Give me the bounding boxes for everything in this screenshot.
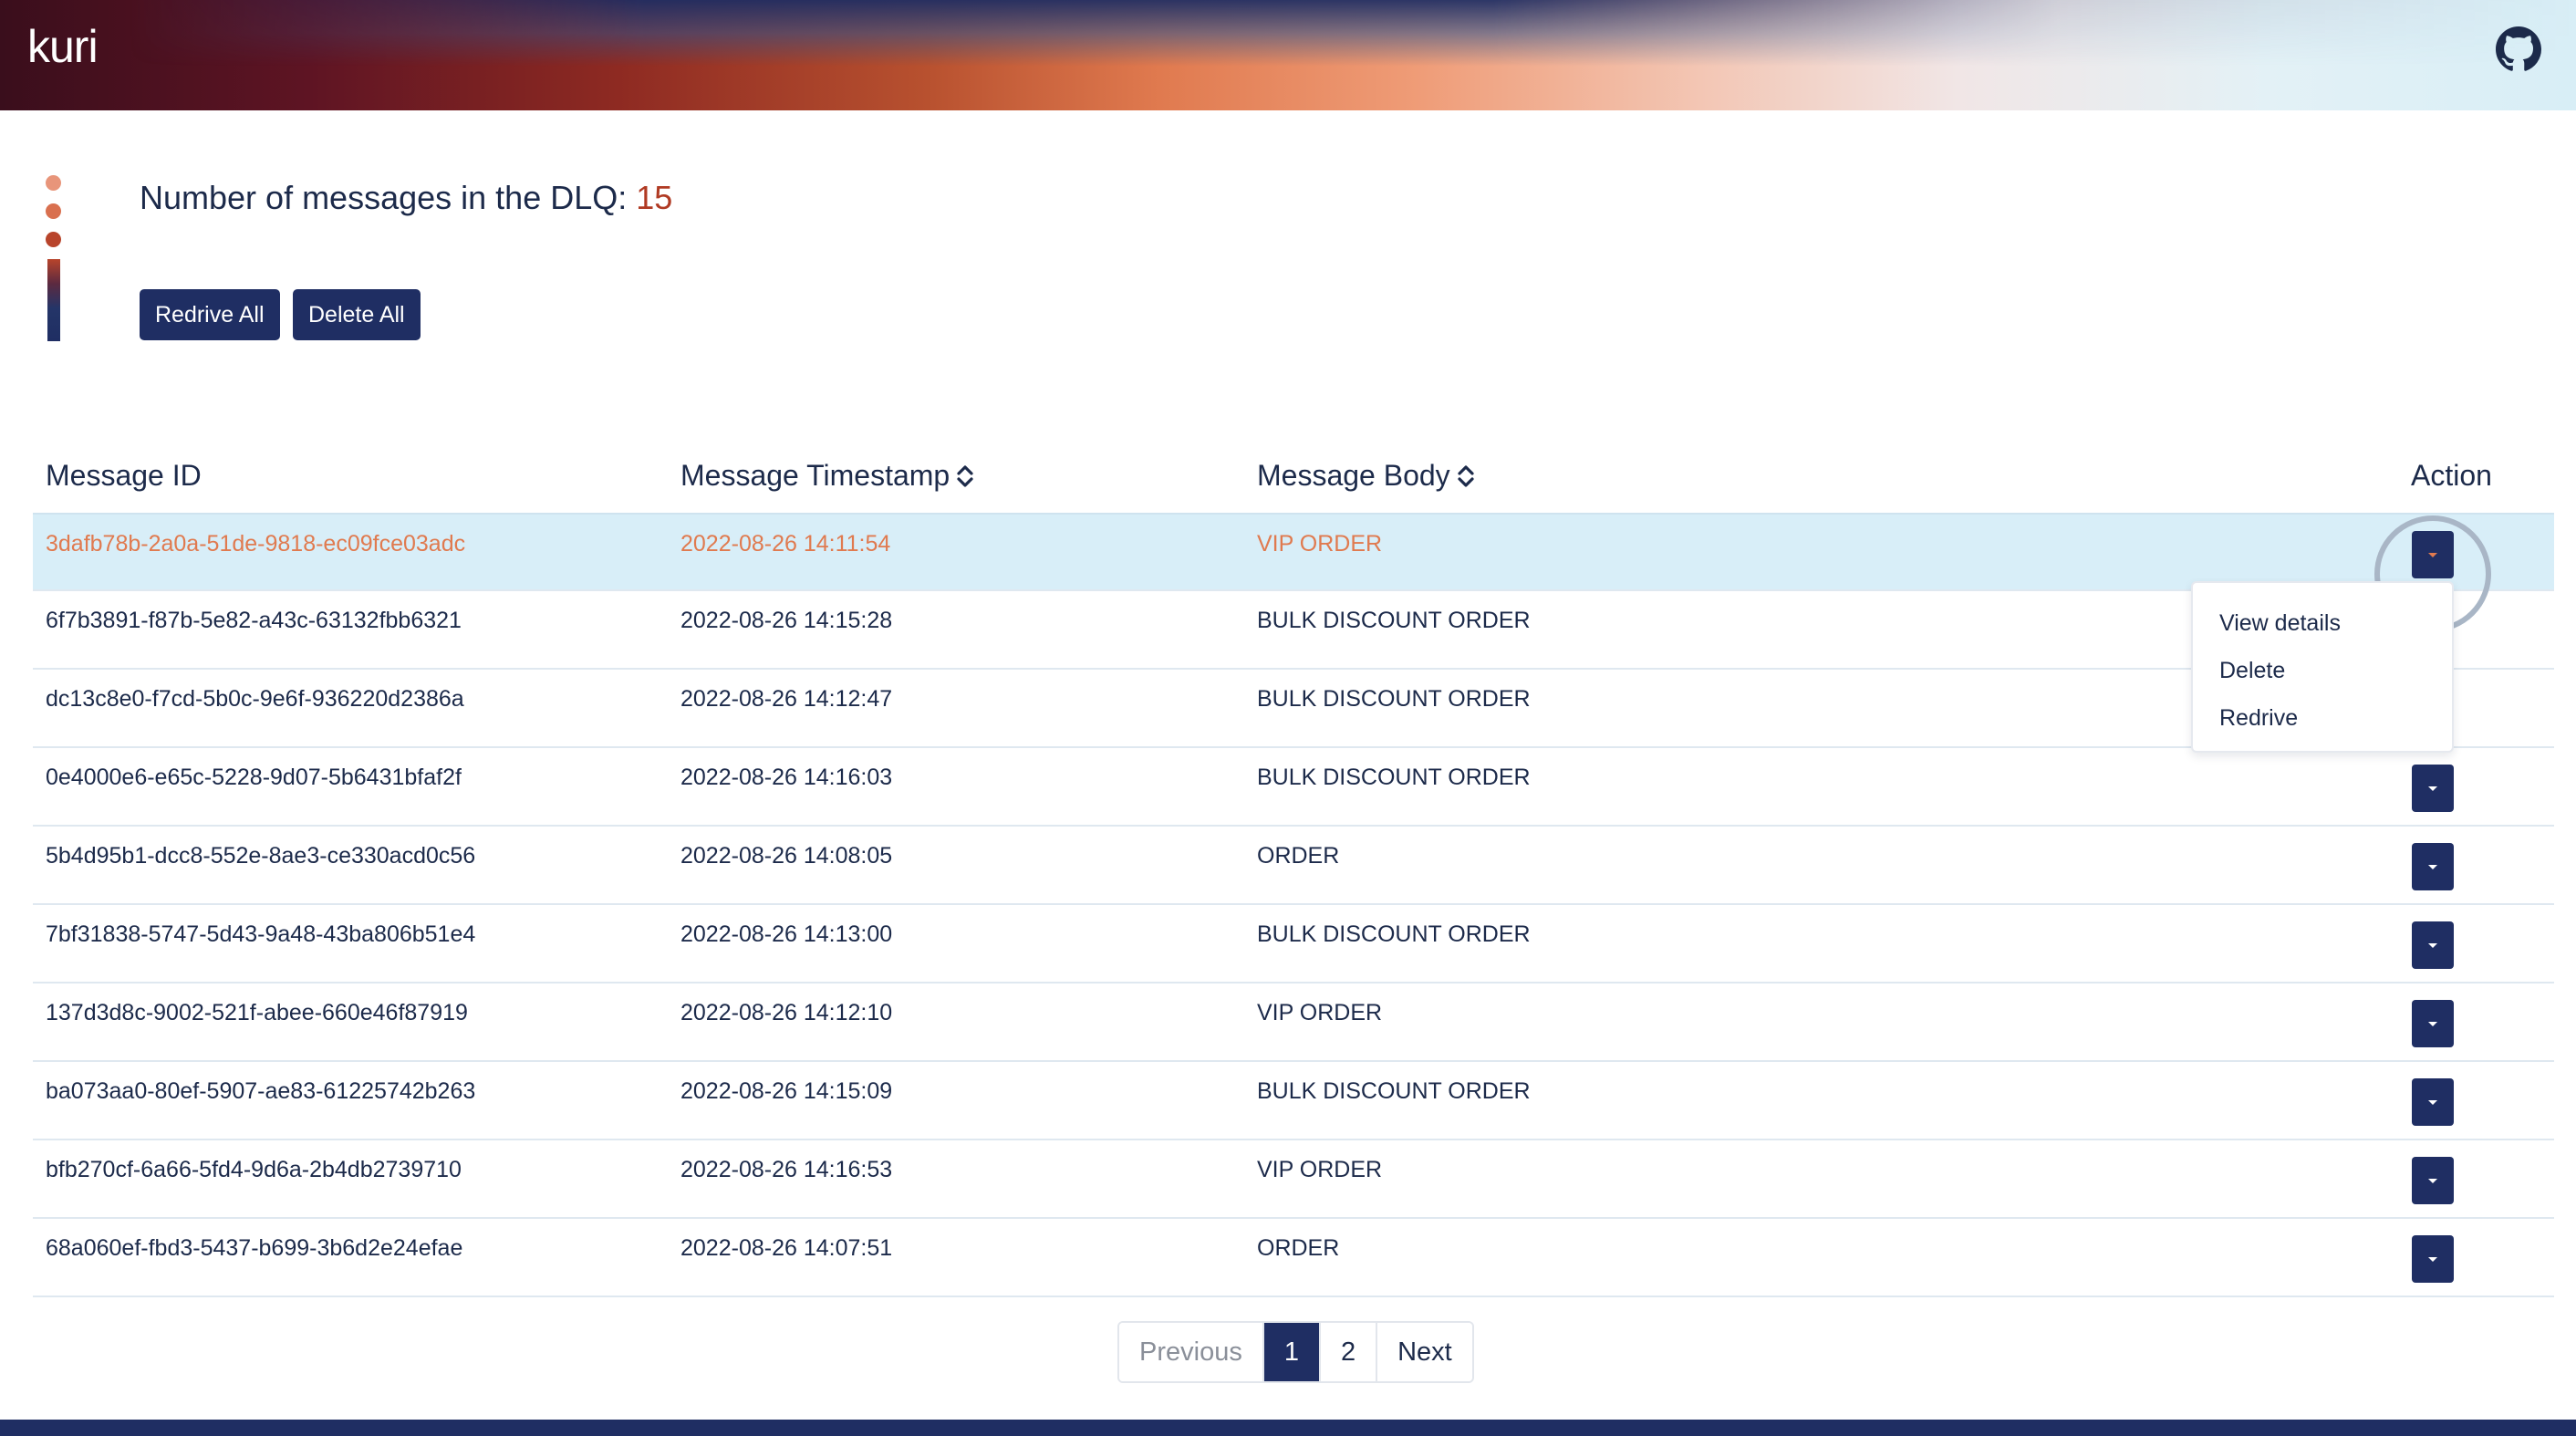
action-dropdown-button[interactable] (2412, 531, 2454, 578)
message-id: 3dafb78b-2a0a-51de-9818-ec09fce03adc (46, 531, 466, 557)
table-row[interactable]: bfb270cf-6a66-5fd4-9d6a-2b4db2739710 202… (33, 1140, 2554, 1219)
table-row[interactable]: 0e4000e6-e65c-5228-9d07-5b6431bfaf2f 202… (33, 748, 2554, 827)
table-row[interactable]: 5b4d95b1-dcc8-552e-8ae3-ce330acd0c56 202… (33, 827, 2554, 905)
table-row[interactable]: 6f7b3891-f87b-5e82-a43c-63132fbb6321 202… (33, 591, 2554, 670)
message-id: 68a060ef-fbd3-5437-b699-3b6d2e24efae (46, 1235, 463, 1261)
delete-all-button[interactable]: Delete All (293, 289, 421, 340)
column-header-label: Message ID (46, 459, 202, 492)
message-id: 7bf31838-5747-5d43-9a48-43ba806b51e4 (46, 921, 476, 947)
dlq-count-label: Number of messages in the DLQ: (140, 179, 628, 216)
next-page-button[interactable]: Next (1376, 1323, 1472, 1381)
message-timestamp: 2022-08-26 14:12:47 (680, 686, 893, 712)
message-timestamp: 2022-08-26 14:16:03 (680, 765, 893, 790)
table-row[interactable]: 68a060ef-fbd3-5437-b699-3b6d2e24efae 202… (33, 1219, 2554, 1297)
action-dropdown-button[interactable] (2412, 1235, 2454, 1283)
page-button-2[interactable]: 2 (1318, 1323, 1376, 1381)
column-header-label: Message Timestamp (680, 459, 950, 492)
message-id: bfb270cf-6a66-5fd4-9d6a-2b4db2739710 (46, 1157, 462, 1182)
action-dropdown-button[interactable] (2412, 1000, 2454, 1047)
action-dropdown-button[interactable] (2412, 765, 2454, 812)
menu-item-view-details[interactable]: View details (2193, 599, 2452, 647)
message-body: ORDER (1257, 843, 1340, 869)
message-id: 5b4d95b1-dcc8-552e-8ae3-ce330acd0c56 (46, 843, 476, 869)
message-id: 6f7b3891-f87b-5e82-a43c-63132fbb6321 (46, 608, 462, 633)
message-body: VIP ORDER (1257, 531, 1383, 557)
column-header-label: Message Body (1257, 459, 1450, 492)
message-timestamp: 2022-08-26 14:13:00 (680, 921, 893, 947)
message-timestamp: 2022-08-26 14:08:05 (680, 843, 893, 869)
column-header-label: Action (2411, 459, 2492, 492)
column-header-action: Action (2411, 459, 2492, 493)
deco-dot (46, 232, 61, 247)
page-button-1[interactable]: 1 (1262, 1323, 1319, 1381)
action-dropdown-button[interactable] (2412, 843, 2454, 890)
table-row[interactable]: 3dafb78b-2a0a-51de-9818-ec09fce03adc 202… (33, 513, 2554, 591)
column-header-message-id: Message ID (46, 459, 202, 493)
action-dropdown-menu: View details Delete Redrive (2191, 581, 2454, 753)
message-body: ORDER (1257, 1235, 1340, 1261)
action-dropdown-button[interactable] (2412, 1157, 2454, 1204)
table-row[interactable]: ba073aa0-80ef-5907-ae83-61225742b263 202… (33, 1062, 2554, 1140)
message-timestamp: 2022-08-26 14:16:53 (680, 1157, 893, 1182)
message-body: BULK DISCOUNT ORDER (1257, 921, 1531, 947)
sort-icon[interactable] (1456, 463, 1476, 490)
menu-item-delete[interactable]: Delete (2193, 647, 2452, 694)
message-body: VIP ORDER (1257, 1000, 1383, 1025)
table-row[interactable]: dc13c8e0-f7cd-5b0c-9e6f-936220d2386a 202… (33, 670, 2554, 748)
action-dropdown-button[interactable] (2412, 1078, 2454, 1126)
menu-item-redrive[interactable]: Redrive (2193, 694, 2452, 742)
column-header-timestamp[interactable]: Message Timestamp (680, 459, 975, 493)
message-body: BULK DISCOUNT ORDER (1257, 1078, 1531, 1104)
side-decoration (46, 175, 62, 341)
github-icon[interactable] (2496, 26, 2541, 72)
table-row[interactable]: 7bf31838-5747-5d43-9a48-43ba806b51e4 202… (33, 905, 2554, 983)
deco-dot (46, 175, 61, 191)
message-timestamp: 2022-08-26 14:15:28 (680, 608, 893, 633)
deco-dot (46, 203, 61, 219)
deco-bar (47, 259, 60, 341)
message-id: dc13c8e0-f7cd-5b0c-9e6f-936220d2386a (46, 686, 464, 712)
message-id: 0e4000e6-e65c-5228-9d07-5b6431bfaf2f (46, 765, 462, 790)
message-timestamp: 2022-08-26 14:12:10 (680, 1000, 893, 1025)
previous-page-button[interactable]: Previous (1119, 1323, 1262, 1381)
message-timestamp: 2022-08-26 14:07:51 (680, 1235, 893, 1261)
footer-bar (0, 1420, 2576, 1436)
table-row[interactable]: 137d3d8c-9002-521f-abee-660e46f87919 202… (33, 983, 2554, 1062)
message-body: BULK DISCOUNT ORDER (1257, 686, 1531, 712)
message-body: BULK DISCOUNT ORDER (1257, 608, 1531, 633)
pagination: Previous 1 2 Next (1117, 1321, 1474, 1383)
dlq-count: Number of messages in the DLQ: 15 (140, 179, 672, 217)
message-body: VIP ORDER (1257, 1157, 1383, 1182)
message-id: 137d3d8c-9002-521f-abee-660e46f87919 (46, 1000, 468, 1025)
kuri-logo[interactable]: kuri (27, 20, 99, 73)
sort-icon[interactable] (955, 463, 975, 490)
action-dropdown-button[interactable] (2412, 921, 2454, 969)
message-id: ba073aa0-80ef-5907-ae83-61225742b263 (46, 1078, 476, 1104)
dlq-count-value: 15 (636, 179, 673, 216)
message-body: BULK DISCOUNT ORDER (1257, 765, 1531, 790)
top-header: kuri (0, 0, 2576, 110)
column-header-message-body[interactable]: Message Body (1257, 459, 1476, 493)
message-timestamp: 2022-08-26 14:11:54 (680, 531, 891, 557)
redrive-all-button[interactable]: Redrive All (140, 289, 280, 340)
message-timestamp: 2022-08-26 14:15:09 (680, 1078, 893, 1104)
